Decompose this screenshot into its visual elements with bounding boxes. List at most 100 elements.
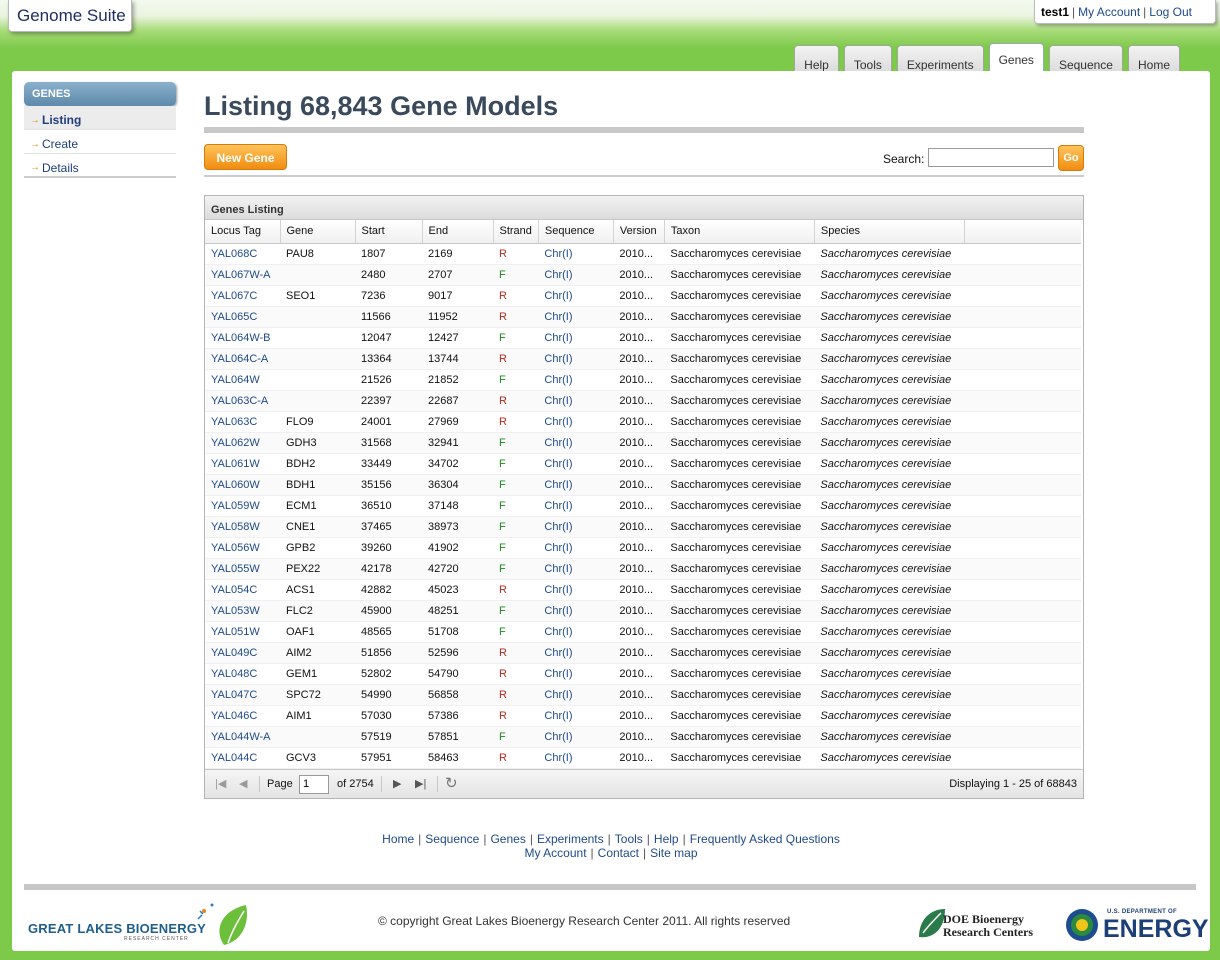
table-row[interactable]: YAL059W ECM1 36510 37148 F Chr(I) 2010... Sacch… [205,495,1082,517]
cell-locus-tag[interactable]: YAL058W [205,516,280,538]
cell-locus-tag[interactable]: YAL053W [205,600,280,622]
cell-locus-tag[interactable]: YAL054C [205,579,280,601]
cell-sequence[interactable]: Chr(I) [538,726,614,748]
cell-locus-tag[interactable]: YAL056W [205,537,280,559]
footer-link-genes[interactable]: Genes [490,832,525,846]
cell-locus-tag[interactable]: YAL067C [205,285,280,307]
table-row[interactable]: YAL044C GCV3 57951 58463 R Chr(I) 2010... Sacch… [205,747,1082,769]
cell-locus-tag[interactable]: YAL065C [205,306,280,328]
table-row[interactable]: YAL056W GPB2 39260 41902 F Chr(I) 2010... Sacch… [205,537,1082,559]
cell-locus-tag[interactable]: YAL055W [205,558,280,580]
first-page-icon[interactable]: |◀ [215,777,226,790]
new-gene-button[interactable]: New Gene [204,144,287,170]
cell-locus-tag[interactable]: YAL047C [205,684,280,706]
go-button[interactable]: Go [1058,145,1084,171]
table-row[interactable]: YAL058W CNE1 37465 38973 F Chr(I) 2010... Sacch… [205,516,1082,538]
table-row[interactable]: YAL064W 21526 21852 F Chr(I) 2010... Saccharom… [205,369,1082,391]
cell-locus-tag[interactable]: YAL044W-A [205,726,280,748]
table-row[interactable]: YAL067C SEO1 7236 9017 R Chr(I) 2010... Sacchar… [205,285,1082,307]
footer-link-home[interactable]: Home [382,832,414,846]
footer-link-tools[interactable]: Tools [615,832,643,846]
table-row[interactable]: YAL055W PEX22 42178 42720 F Chr(I) 2010... Sacc… [205,558,1082,580]
cell-sequence[interactable]: Chr(I) [538,558,614,580]
last-page-icon[interactable]: ▶| [415,777,426,790]
table-row[interactable]: YAL063C FLO9 24001 27969 R Chr(I) 2010... Sacch… [205,411,1082,433]
cell-sequence[interactable]: Chr(I) [538,747,614,769]
cell-sequence[interactable]: Chr(I) [538,306,614,328]
cell-sequence[interactable]: Chr(I) [538,243,614,265]
cell-sequence[interactable]: Chr(I) [538,390,614,412]
refresh-icon[interactable]: ↻ [445,774,458,792]
table-row[interactable]: YAL062W GDH3 31568 32941 F Chr(I) 2010... Sacch… [205,432,1082,454]
footer-link-contact[interactable]: Contact [598,846,639,860]
table-row[interactable]: YAL053W FLC2 45900 48251 F Chr(I) 2010... Sacch… [205,600,1082,622]
cell-sequence[interactable]: Chr(I) [538,264,614,286]
cell-sequence[interactable]: Chr(I) [538,705,614,727]
column-header-sequence[interactable]: Sequence [538,220,614,244]
sidebar-item-listing[interactable]: → Listing [24,106,176,130]
cell-sequence[interactable]: Chr(I) [538,579,614,601]
column-header-start[interactable]: Start [355,220,423,244]
table-row[interactable]: YAL060W BDH1 35156 36304 F Chr(I) 2010... Sacch… [205,474,1082,496]
cell-sequence[interactable]: Chr(I) [538,663,614,685]
table-row[interactable]: YAL047C SPC72 54990 56858 R Chr(I) 2010... Sacc… [205,684,1082,706]
cell-sequence[interactable]: Chr(I) [538,642,614,664]
column-header-end[interactable]: End [422,220,494,244]
cell-locus-tag[interactable]: YAL067W-A [205,264,280,286]
cell-locus-tag[interactable]: YAL061W [205,453,280,475]
cell-locus-tag[interactable]: YAL060W [205,474,280,496]
cell-sequence[interactable]: Chr(I) [538,537,614,559]
column-header-gene[interactable]: Gene [280,220,356,244]
sidebar-item-create[interactable]: → Create [24,130,176,154]
cell-locus-tag[interactable]: YAL044C [205,747,280,769]
cell-sequence[interactable]: Chr(I) [538,453,614,475]
cell-sequence[interactable]: Chr(I) [538,684,614,706]
table-row[interactable]: YAL046C AIM1 57030 57386 R Chr(I) 2010... Sacch… [205,705,1082,727]
table-row[interactable]: YAL051W OAF1 48565 51708 F Chr(I) 2010... Sacch… [205,621,1082,643]
cell-sequence[interactable]: Chr(I) [538,474,614,496]
column-header-locus-tag[interactable]: Locus Tag [205,220,281,244]
prev-page-icon[interactable]: ◀ [239,777,247,790]
search-input[interactable] [928,148,1054,167]
table-row[interactable]: YAL063C-A 22397 22687 R Chr(I) 2010... Sacchar… [205,390,1082,412]
table-row[interactable]: YAL065C 11566 11952 R Chr(I) 2010... Saccharom… [205,306,1082,328]
table-row[interactable]: YAL068C PAU8 1807 2169 R Chr(I) 2010... Sacchar… [205,243,1082,265]
cell-locus-tag[interactable]: YAL063C [205,411,280,433]
table-row[interactable]: YAL064W-B 12047 12427 F Chr(I) 2010... Sacchar… [205,327,1082,349]
cell-locus-tag[interactable]: YAL059W [205,495,280,517]
cell-locus-tag[interactable]: YAL046C [205,705,280,727]
app-logo[interactable]: Genome Suite [8,0,132,32]
cell-locus-tag[interactable]: YAL064W [205,369,280,391]
cell-locus-tag[interactable]: YAL063C-A [205,390,280,412]
footer-link-experiments[interactable]: Experiments [537,832,604,846]
footer-link-site-map[interactable]: Site map [650,846,697,860]
cell-locus-tag[interactable]: YAL051W [205,621,280,643]
cell-sequence[interactable]: Chr(I) [538,285,614,307]
cell-sequence[interactable]: Chr(I) [538,600,614,622]
footer-link-my-account[interactable]: My Account [525,846,587,860]
table-row[interactable]: YAL054C ACS1 42882 45023 R Chr(I) 2010... Sacch… [205,579,1082,601]
cell-locus-tag[interactable]: YAL064C-A [205,348,280,370]
footer-link-sequence[interactable]: Sequence [425,832,479,846]
page-number-input[interactable] [299,774,329,794]
column-header-species[interactable]: Species [814,220,965,244]
column-header-taxon[interactable]: Taxon [664,220,815,244]
cell-locus-tag[interactable]: YAL064W-B [205,327,280,349]
cell-sequence[interactable]: Chr(I) [538,516,614,538]
cell-locus-tag[interactable]: YAL068C [205,243,280,265]
footer-link-frequently-asked-questions[interactable]: Frequently Asked Questions [690,832,840,846]
cell-locus-tag[interactable]: YAL049C [205,642,280,664]
footer-link-help[interactable]: Help [654,832,679,846]
table-row[interactable]: YAL061W BDH2 33449 34702 F Chr(I) 2010... Sacch… [205,453,1082,475]
my-account-link[interactable]: My Account [1078,5,1140,19]
table-row[interactable]: YAL048C GEM1 52802 54790 R Chr(I) 2010... Sacch… [205,663,1082,685]
column-header-strand[interactable]: Strand [493,220,539,244]
table-row[interactable]: YAL067W-A 2480 2707 F Chr(I) 2010... Saccharom… [205,264,1082,286]
cell-sequence[interactable]: Chr(I) [538,327,614,349]
cell-locus-tag[interactable]: YAL062W [205,432,280,454]
cell-sequence[interactable]: Chr(I) [538,369,614,391]
next-page-icon[interactable]: ▶ [393,777,401,790]
cell-sequence[interactable]: Chr(I) [538,621,614,643]
cell-sequence[interactable]: Chr(I) [538,411,614,433]
table-row[interactable]: YAL049C AIM2 51856 52596 R Chr(I) 2010... Sacch… [205,642,1082,664]
